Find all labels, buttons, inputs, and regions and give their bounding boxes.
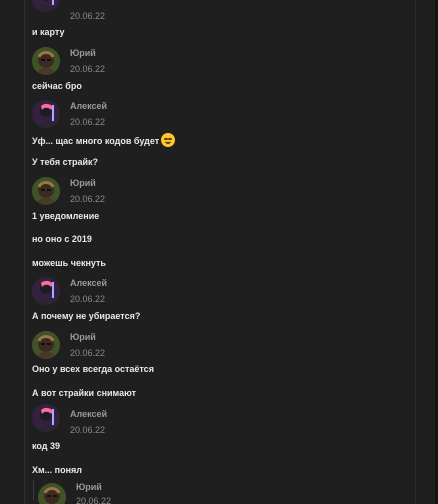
- message-text: сейчас бро: [32, 81, 82, 91]
- author-name[interactable]: Алексей: [70, 278, 107, 288]
- yuri-avatar-icon[interactable]: [32, 177, 60, 205]
- message-text: Хм... понял: [32, 465, 83, 475]
- message-text: У тебя страйк?: [32, 157, 99, 167]
- author-name[interactable]: Юрий: [70, 178, 96, 188]
- message-text: Оно у всех всегда остаётся: [32, 364, 154, 374]
- message-text: А вот страйки снимают: [32, 388, 136, 398]
- message-group-yuri-1: Юрий 20.06.22 сейчас бро: [32, 47, 402, 97]
- message-group-alexey-3: Алексей 20.06.22 код 39 Хм... понял: [32, 404, 402, 480]
- message-text: можешь чекнуть: [32, 258, 106, 268]
- timestamp: 20.06.22: [70, 294, 106, 304]
- message-group-yuri-3: Юрий 20.06.22 Оно у всех всегда остаётся…: [32, 331, 402, 406]
- message-text: код 39: [32, 441, 60, 451]
- message-text: 1 уведомление: [32, 211, 100, 221]
- author-name[interactable]: Юрий: [70, 48, 96, 58]
- author-name[interactable]: Алексей: [70, 409, 107, 419]
- message-text: А почему не убирается?: [32, 311, 141, 321]
- message-group-alexey-1: Алексей 20.06.22 Уф... щас много кодов б…: [32, 100, 402, 175]
- timestamp: 20.06.22: [70, 11, 106, 21]
- yuri-avatar-icon[interactable]: [32, 47, 60, 75]
- alexey-avatar-icon[interactable]: [32, 277, 60, 305]
- reply-thread-line: [33, 480, 34, 500]
- timestamp: 20.06.22: [70, 117, 106, 127]
- yuri-avatar-icon[interactable]: [32, 331, 60, 359]
- alexey-avatar-icon[interactable]: [32, 404, 60, 432]
- message-text-content: Уф... щас много кодов будет: [32, 136, 160, 146]
- right-separator-line: [415, 0, 416, 504]
- yuri-avatar-icon[interactable]: [38, 483, 66, 504]
- alexey-avatar-icon[interactable]: [32, 100, 60, 128]
- timestamp: 20.06.22: [70, 64, 106, 74]
- author-name[interactable]: Алексей: [70, 101, 107, 111]
- message-text: и карту: [32, 27, 65, 37]
- alexey-avatar-icon[interactable]: [32, 0, 60, 12]
- author-name[interactable]: Юрий: [76, 482, 102, 492]
- timestamp: 20.06.22: [76, 496, 112, 504]
- message-group-alexey-2: Алексей 20.06.22 А почему не убирается?: [32, 277, 402, 327]
- message-text: Уф... щас много кодов будет: [32, 133, 176, 147]
- message-group-yuri-2: Юрий 20.06.22 1 уведомление но оно с 201…: [32, 177, 402, 272]
- message-group-top-partial: 20.06.22 и карту: [32, 0, 402, 40]
- smiling-face-emoji-icon: [161, 133, 176, 147]
- timestamp: 20.06.22: [70, 194, 106, 204]
- message-text: но оно с 2019: [32, 234, 92, 244]
- message-group-bottom-partial: Юрий 20.06.22: [38, 481, 408, 504]
- author-name[interactable]: Юрий: [70, 332, 96, 342]
- timestamp: 20.06.22: [70, 425, 106, 435]
- left-gutter-line: [24, 0, 25, 504]
- timestamp: 20.06.22: [70, 348, 106, 358]
- chat-log: 20.06.22 и карту Юрий 20.06.22 сейчас бр…: [0, 0, 438, 504]
